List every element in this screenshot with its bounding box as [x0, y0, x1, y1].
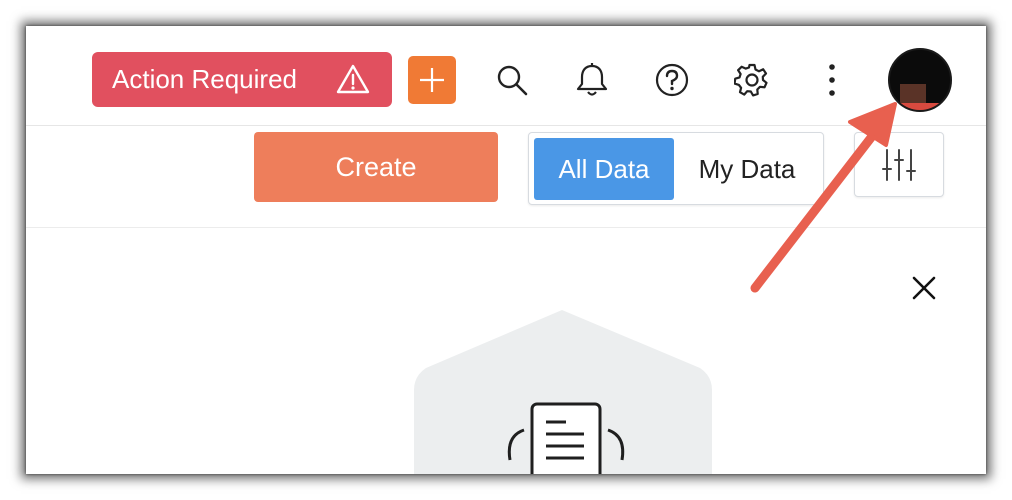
search-icon — [497, 65, 528, 96]
close-button[interactable] — [904, 268, 944, 308]
quick-create-button[interactable] — [408, 56, 456, 104]
search-button[interactable] — [492, 60, 532, 100]
notifications-button[interactable] — [572, 60, 612, 100]
help-icon — [655, 63, 689, 97]
plus-icon — [420, 68, 444, 92]
bell-icon — [576, 63, 608, 96]
avatar-status-ring — [890, 103, 950, 110]
settings-button[interactable] — [732, 60, 772, 100]
help-button[interactable] — [652, 60, 692, 100]
filter-sliders-icon — [882, 148, 916, 181]
empty-state-illustration — [414, 310, 712, 474]
filter-button[interactable] — [854, 132, 944, 197]
action-required-label: Action Required — [112, 64, 297, 94]
avatar[interactable] — [888, 48, 952, 112]
more-options-button[interactable] — [812, 60, 852, 100]
create-button[interactable]: Create — [254, 132, 498, 202]
toolbar: Create All Data My Data — [26, 126, 986, 228]
action-required-button[interactable]: Action Required — [92, 52, 392, 107]
close-icon — [912, 276, 936, 300]
top-navigation-bar: Action Required — [26, 26, 986, 126]
app-window: Action Required Create All Data My Data — [26, 26, 986, 474]
warning-icon — [336, 64, 370, 94]
gear-icon — [734, 63, 768, 97]
my-data-tab[interactable]: My Data — [674, 138, 820, 200]
data-scope-toggle: All Data My Data — [528, 132, 824, 205]
all-data-tab[interactable]: All Data — [534, 138, 674, 200]
more-vertical-icon — [829, 64, 835, 96]
